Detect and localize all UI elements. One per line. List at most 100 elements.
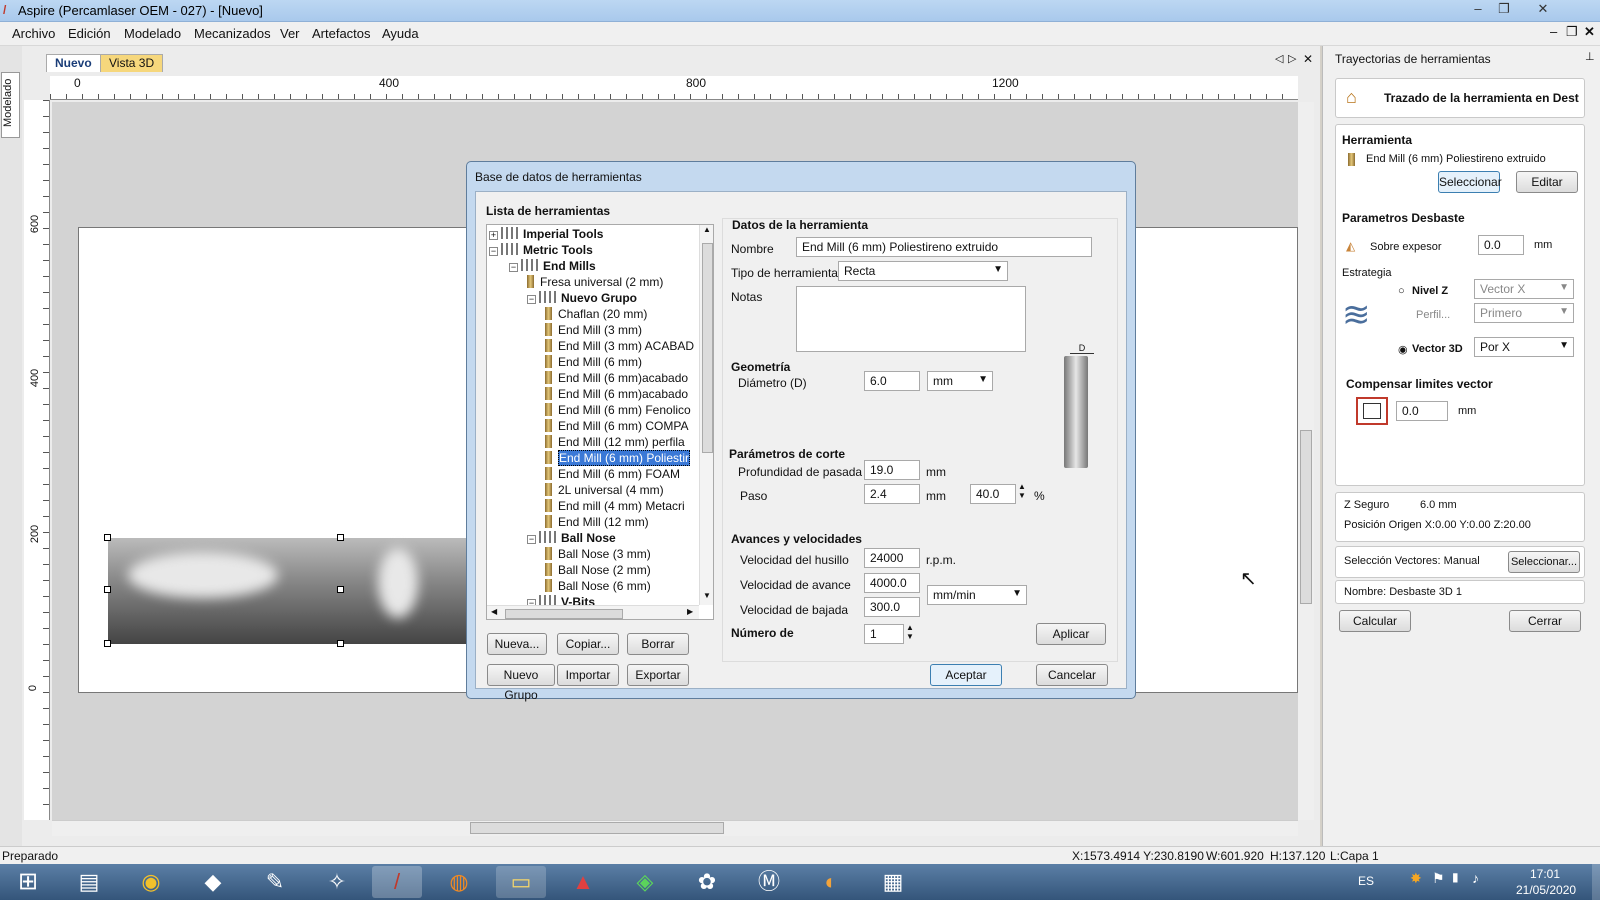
plunge-rate-input[interactable]: 300.0	[864, 597, 920, 617]
security-app-icon[interactable]: ◐	[806, 866, 856, 898]
tab-nav-left-icon[interactable]: ◁	[1275, 52, 1283, 65]
windows-start-icon[interactable]: ⊞	[4, 866, 52, 898]
select-vectors-button[interactable]: Seleccionar...	[1508, 551, 1580, 573]
select-tool-button[interactable]: Seleccionar	[1438, 171, 1502, 193]
tab-nav-right-icon[interactable]: ▷	[1288, 52, 1296, 65]
apply-button[interactable]: Aplicar	[1036, 623, 1106, 645]
minimize-button[interactable]: –	[1465, 1, 1491, 19]
menu-edicion[interactable]: Edición	[68, 26, 111, 41]
mdi-minimize-icon[interactable]: –	[1550, 24, 1557, 39]
tree-item[interactable]: − Ball Nose	[527, 531, 616, 547]
horizontal-scroll-thumb[interactable]	[470, 822, 724, 834]
close-window-button[interactable]: ✕	[1530, 1, 1556, 19]
tree-item[interactable]: End Mill (3 mm)	[545, 323, 642, 339]
selection-handle[interactable]	[337, 534, 344, 541]
menu-ayuda[interactable]: Ayuda	[382, 26, 419, 41]
media-player-icon[interactable]: Ⓜ	[744, 866, 794, 898]
close-panel-button[interactable]: Cerrar	[1509, 610, 1581, 632]
expander-icon[interactable]: −	[527, 535, 536, 544]
inkscape-icon[interactable]: ✧	[312, 866, 362, 898]
spindle-speed-input[interactable]: 24000	[864, 548, 920, 568]
z-level-radio[interactable]: ○	[1398, 285, 1405, 297]
tree-item[interactable]: End Mill (3 mm) ACABAD	[545, 339, 694, 355]
tree-item[interactable]: End Mill (6 mm) FOAM	[545, 467, 680, 483]
tree-item[interactable]: − Nuevo Grupo	[527, 291, 637, 307]
ok-button[interactable]: Aceptar	[930, 664, 1002, 686]
vector-3d-select[interactable]: Por X ▼	[1474, 337, 1574, 357]
expander-icon[interactable]: −	[489, 247, 498, 256]
z-level-select[interactable]: Vector X ▼	[1474, 279, 1574, 299]
feed-rate-input[interactable]: 4000.0	[864, 573, 920, 593]
acrobat-icon[interactable]: ▲	[558, 866, 608, 898]
tab-nuevo[interactable]: Nuevo	[46, 54, 101, 72]
allowance-input[interactable]: 0.0	[1478, 235, 1524, 255]
tree-item[interactable]: End Mill (6 mm)acabado	[545, 371, 688, 387]
relief-model[interactable]	[108, 538, 488, 644]
export-button[interactable]: Exportar	[627, 664, 689, 686]
tree-item[interactable]: Chaflan (20 mm)	[545, 307, 647, 323]
printer-app-icon[interactable]: ▤	[64, 866, 114, 898]
tree-scroll-thumb[interactable]	[702, 243, 713, 453]
tree-item[interactable]: End Mill (12 mm)	[545, 515, 649, 531]
tray-time[interactable]: 17:01	[1530, 867, 1560, 881]
notes-textarea[interactable]	[796, 286, 1026, 352]
toolpath-name-group[interactable]: Nombre: Desbaste 3D 1	[1335, 580, 1585, 604]
selection-handle[interactable]	[337, 586, 344, 593]
selection-handle[interactable]	[337, 640, 344, 647]
stepover-spinner[interactable]: ▲ ▼	[1018, 482, 1026, 500]
tray-date[interactable]: 21/05/2020	[1516, 883, 1576, 897]
tray-app-icon[interactable]: ✸	[1410, 870, 1422, 887]
tool-tree[interactable]: + Imperial Tools − Metric Tools − End Mills Fr…	[486, 224, 714, 620]
tool-type-select[interactable]: Recta ▼	[838, 261, 1008, 281]
selection-handle[interactable]	[104, 640, 111, 647]
copy-tool-button[interactable]: Copiar...	[557, 633, 619, 655]
calculate-button[interactable]: Calcular	[1339, 610, 1411, 632]
tree-item[interactable]: End Mill (6 mm) Fenolico	[545, 403, 691, 419]
feed-unit-select[interactable]: mm/min ▼	[927, 585, 1027, 605]
tree-item[interactable]: End Mill (6 mm) COMPA	[545, 419, 688, 435]
mdi-close-icon[interactable]: ✕	[1584, 24, 1595, 40]
modelado-side-tab[interactable]: Modelado	[1, 72, 20, 138]
vertical-scroll-thumb[interactable]	[1300, 430, 1312, 604]
profile-select[interactable]: Primero ▼	[1474, 303, 1574, 323]
pin-icon[interactable]: ⊥	[1585, 50, 1595, 63]
volume-icon[interactable]: ♪	[1472, 870, 1479, 886]
language-indicator[interactable]: ES	[1358, 874, 1374, 888]
edit-tool-button[interactable]: Editar	[1516, 171, 1578, 193]
tree-vertical-scrollbar[interactable]: ▲ ▼	[699, 225, 713, 605]
vector-3d-radio[interactable]: ◉	[1398, 343, 1408, 356]
doc-close-icon[interactable]: ✕	[1303, 52, 1313, 66]
pass-depth-input[interactable]: 19.0	[864, 460, 920, 480]
tree-item[interactable]: End mill (4 mm) Metacri	[545, 499, 685, 515]
gimp-icon[interactable]: ✎	[250, 866, 300, 898]
tree-item[interactable]: − Metric Tools	[489, 243, 593, 259]
firefox-icon[interactable]: ◍	[434, 866, 484, 898]
menu-archivo[interactable]: Archivo	[12, 26, 55, 41]
tool-number-spinner[interactable]: ▲ ▼	[906, 623, 914, 641]
tree-horizontal-scrollbar[interactable]: ◀ ▶	[487, 605, 699, 619]
expander-icon[interactable]: −	[509, 263, 518, 272]
tree-item[interactable]: Ball Nose (3 mm)	[545, 547, 651, 563]
stepover-input[interactable]: 2.4	[864, 484, 920, 504]
restore-button[interactable]: ❐	[1491, 1, 1517, 19]
new-tool-button[interactable]: Nueva...	[487, 633, 547, 655]
flag-icon[interactable]: ⚑	[1432, 870, 1445, 887]
app-icon[interactable]: ◆	[188, 866, 238, 898]
network-icon[interactable]: ▮	[1452, 870, 1459, 884]
diameter-unit-select[interactable]: mm ▼	[927, 371, 993, 391]
chrome-icon[interactable]: ◉	[126, 866, 176, 898]
menu-ver[interactable]: Ver	[280, 26, 300, 41]
show-desktop-button[interactable]	[1592, 864, 1600, 900]
aspire-taskbar-icon[interactable]: /	[372, 866, 422, 898]
tree-item[interactable]: − End Mills	[509, 259, 596, 275]
expander-icon[interactable]: +	[489, 231, 498, 240]
expander-icon[interactable]: −	[527, 295, 536, 304]
calculator-icon[interactable]: ▦	[868, 866, 918, 898]
tree-item[interactable]: Ball Nose (6 mm)	[545, 579, 651, 595]
tree-item[interactable]: 2L universal (4 mm)	[545, 483, 664, 499]
tree-item[interactable]: Ball Nose (2 mm)	[545, 563, 651, 579]
delete-tool-button[interactable]: Borrar	[627, 633, 689, 655]
tree-item[interactable]: End Mill (12 mm) perfila	[545, 435, 685, 451]
paint-icon[interactable]: ✿	[682, 866, 732, 898]
selection-handle[interactable]	[104, 534, 111, 541]
